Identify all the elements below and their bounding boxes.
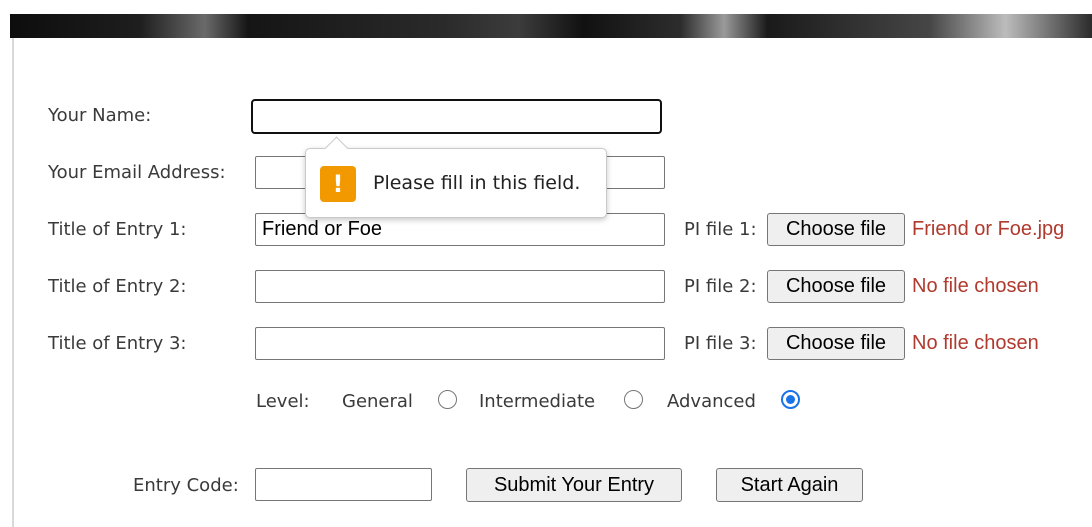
entry-3-choose-file-button[interactable]: Choose file (767, 327, 905, 360)
level-label: Level: (256, 391, 310, 412)
submit-entry-button[interactable]: Submit Your Entry (466, 468, 682, 502)
entry-3-file-status: No file chosen (912, 332, 1039, 354)
entry-code-label: Entry Code: (133, 475, 239, 496)
entry-1-title-label: Title of Entry 1: (48, 219, 187, 240)
page-border (12, 38, 14, 527)
warning-icon: ! (320, 166, 356, 202)
start-again-button[interactable]: Start Again (716, 468, 863, 502)
entry-2-file-status: No file chosen (912, 275, 1039, 297)
entry-1-choose-file-button[interactable]: Choose file (767, 213, 905, 246)
entry-code-input[interactable] (255, 468, 432, 501)
level-intermediate-radio[interactable] (624, 390, 643, 409)
entry-3-title-input[interactable] (255, 327, 665, 360)
tooltip-arrow (324, 136, 349, 161)
name-label: Your Name: (48, 105, 152, 126)
entry-2-title-input[interactable] (255, 270, 665, 303)
level-advanced-radio[interactable] (781, 390, 800, 409)
entry-1-file-status: Friend or Foe.jpg (912, 218, 1065, 240)
level-intermediate-label: Intermediate (479, 391, 596, 412)
entry-2-title-label: Title of Entry 2: (48, 276, 187, 297)
validation-message: Please fill in this field. (373, 172, 581, 194)
entry-2-choose-file-button[interactable]: Choose file (767, 270, 905, 303)
email-label: Your Email Address: (48, 162, 226, 183)
entry-1-pi-label: PI file 1: (684, 219, 757, 240)
entry-2-pi-label: PI file 2: (684, 276, 757, 297)
header-banner (10, 14, 1092, 38)
entry-3-pi-label: PI file 3: (684, 333, 757, 354)
level-advanced-label: Advanced (667, 391, 756, 412)
name-input[interactable] (251, 99, 662, 134)
level-general-radio[interactable] (438, 390, 457, 409)
validation-tooltip: ! Please fill in this field. (305, 136, 607, 218)
level-general-label: General (342, 391, 413, 412)
entry-3-title-label: Title of Entry 3: (48, 333, 187, 354)
